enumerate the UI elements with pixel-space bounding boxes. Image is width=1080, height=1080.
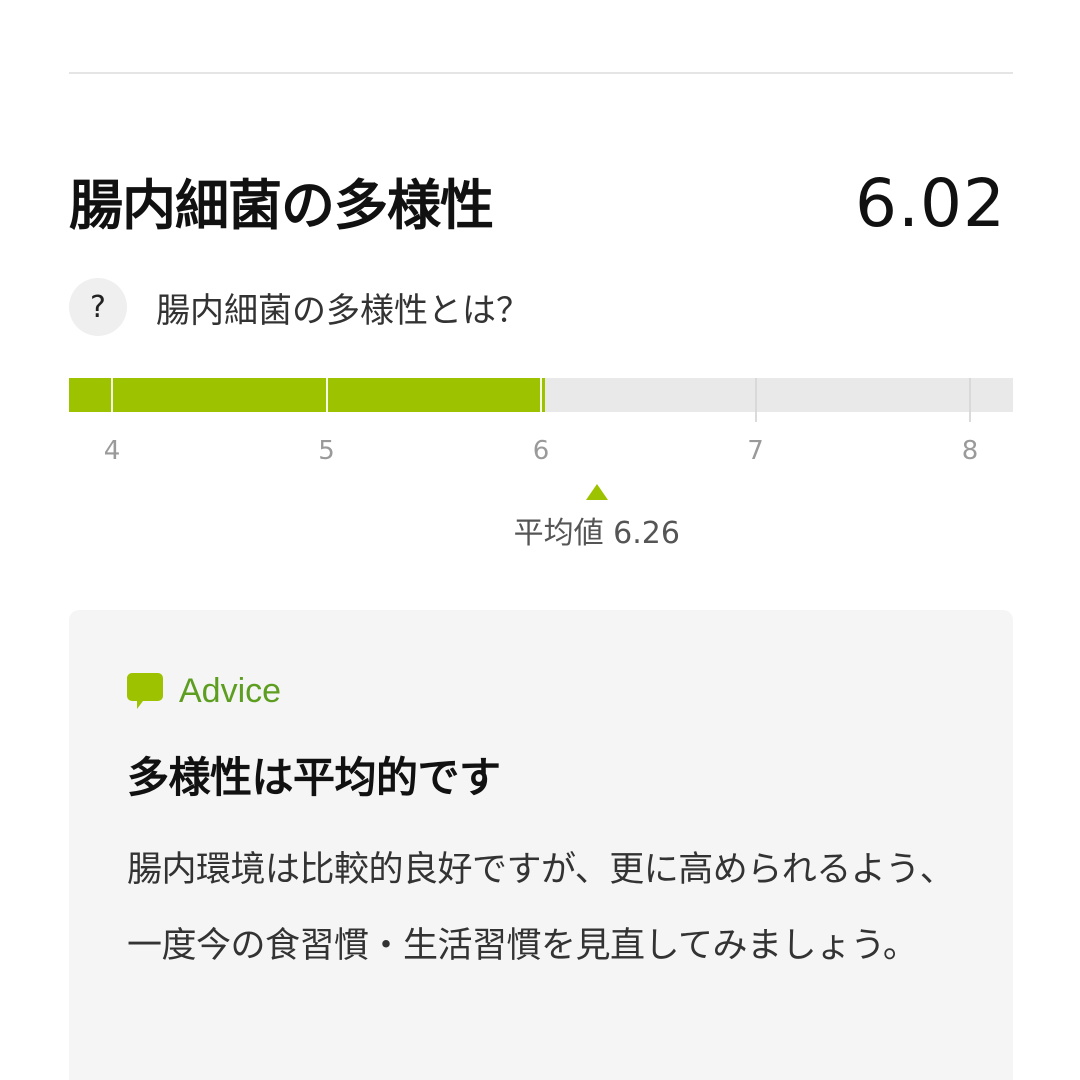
scale-tick-label: 6	[532, 436, 550, 466]
top-divider	[69, 72, 1013, 74]
advice-body: 腸内環境は比較的良好ですが、更に高められるよう、一度今の食習慣・生活習慣を見直し…	[127, 850, 955, 966]
average-marker-icon	[585, 484, 608, 500]
scale-tick-label: 8	[961, 436, 979, 466]
advice-title: 多様性は平均的です	[127, 753, 501, 802]
question-mark: ?	[90, 289, 106, 325]
metric-score: 6.02	[855, 165, 1006, 242]
scale-tick-label: 5	[318, 436, 335, 466]
help-link[interactable]: ? 腸内細菌の多様性とは？	[69, 278, 530, 336]
help-link-label: 腸内細菌の多様性とは？	[156, 290, 530, 331]
advice-header: Advice	[127, 672, 281, 711]
question-icon: ?	[69, 278, 127, 336]
metric-title: 腸内細菌の多様性	[69, 174, 494, 237]
advice-card: Advice 多様性は平均的です 腸内環境は比較的良好ですが、更に高められるよう…	[69, 610, 1013, 1080]
scale-tick-label: 4	[103, 436, 121, 466]
average-label: 平均値 6.26	[513, 516, 680, 551]
scale-tick-label: 7	[747, 436, 764, 466]
speech-bubble-icon	[127, 672, 163, 709]
advice-label: Advice	[179, 672, 282, 710]
score-bar-track	[69, 378, 1013, 412]
page: 腸内細菌の多様性 6.02 ? 腸内細菌の多様性とは？ 4 5 6 7 8 平均値 6.…	[0, 0, 1080, 1080]
score-bar-fill	[69, 378, 546, 412]
